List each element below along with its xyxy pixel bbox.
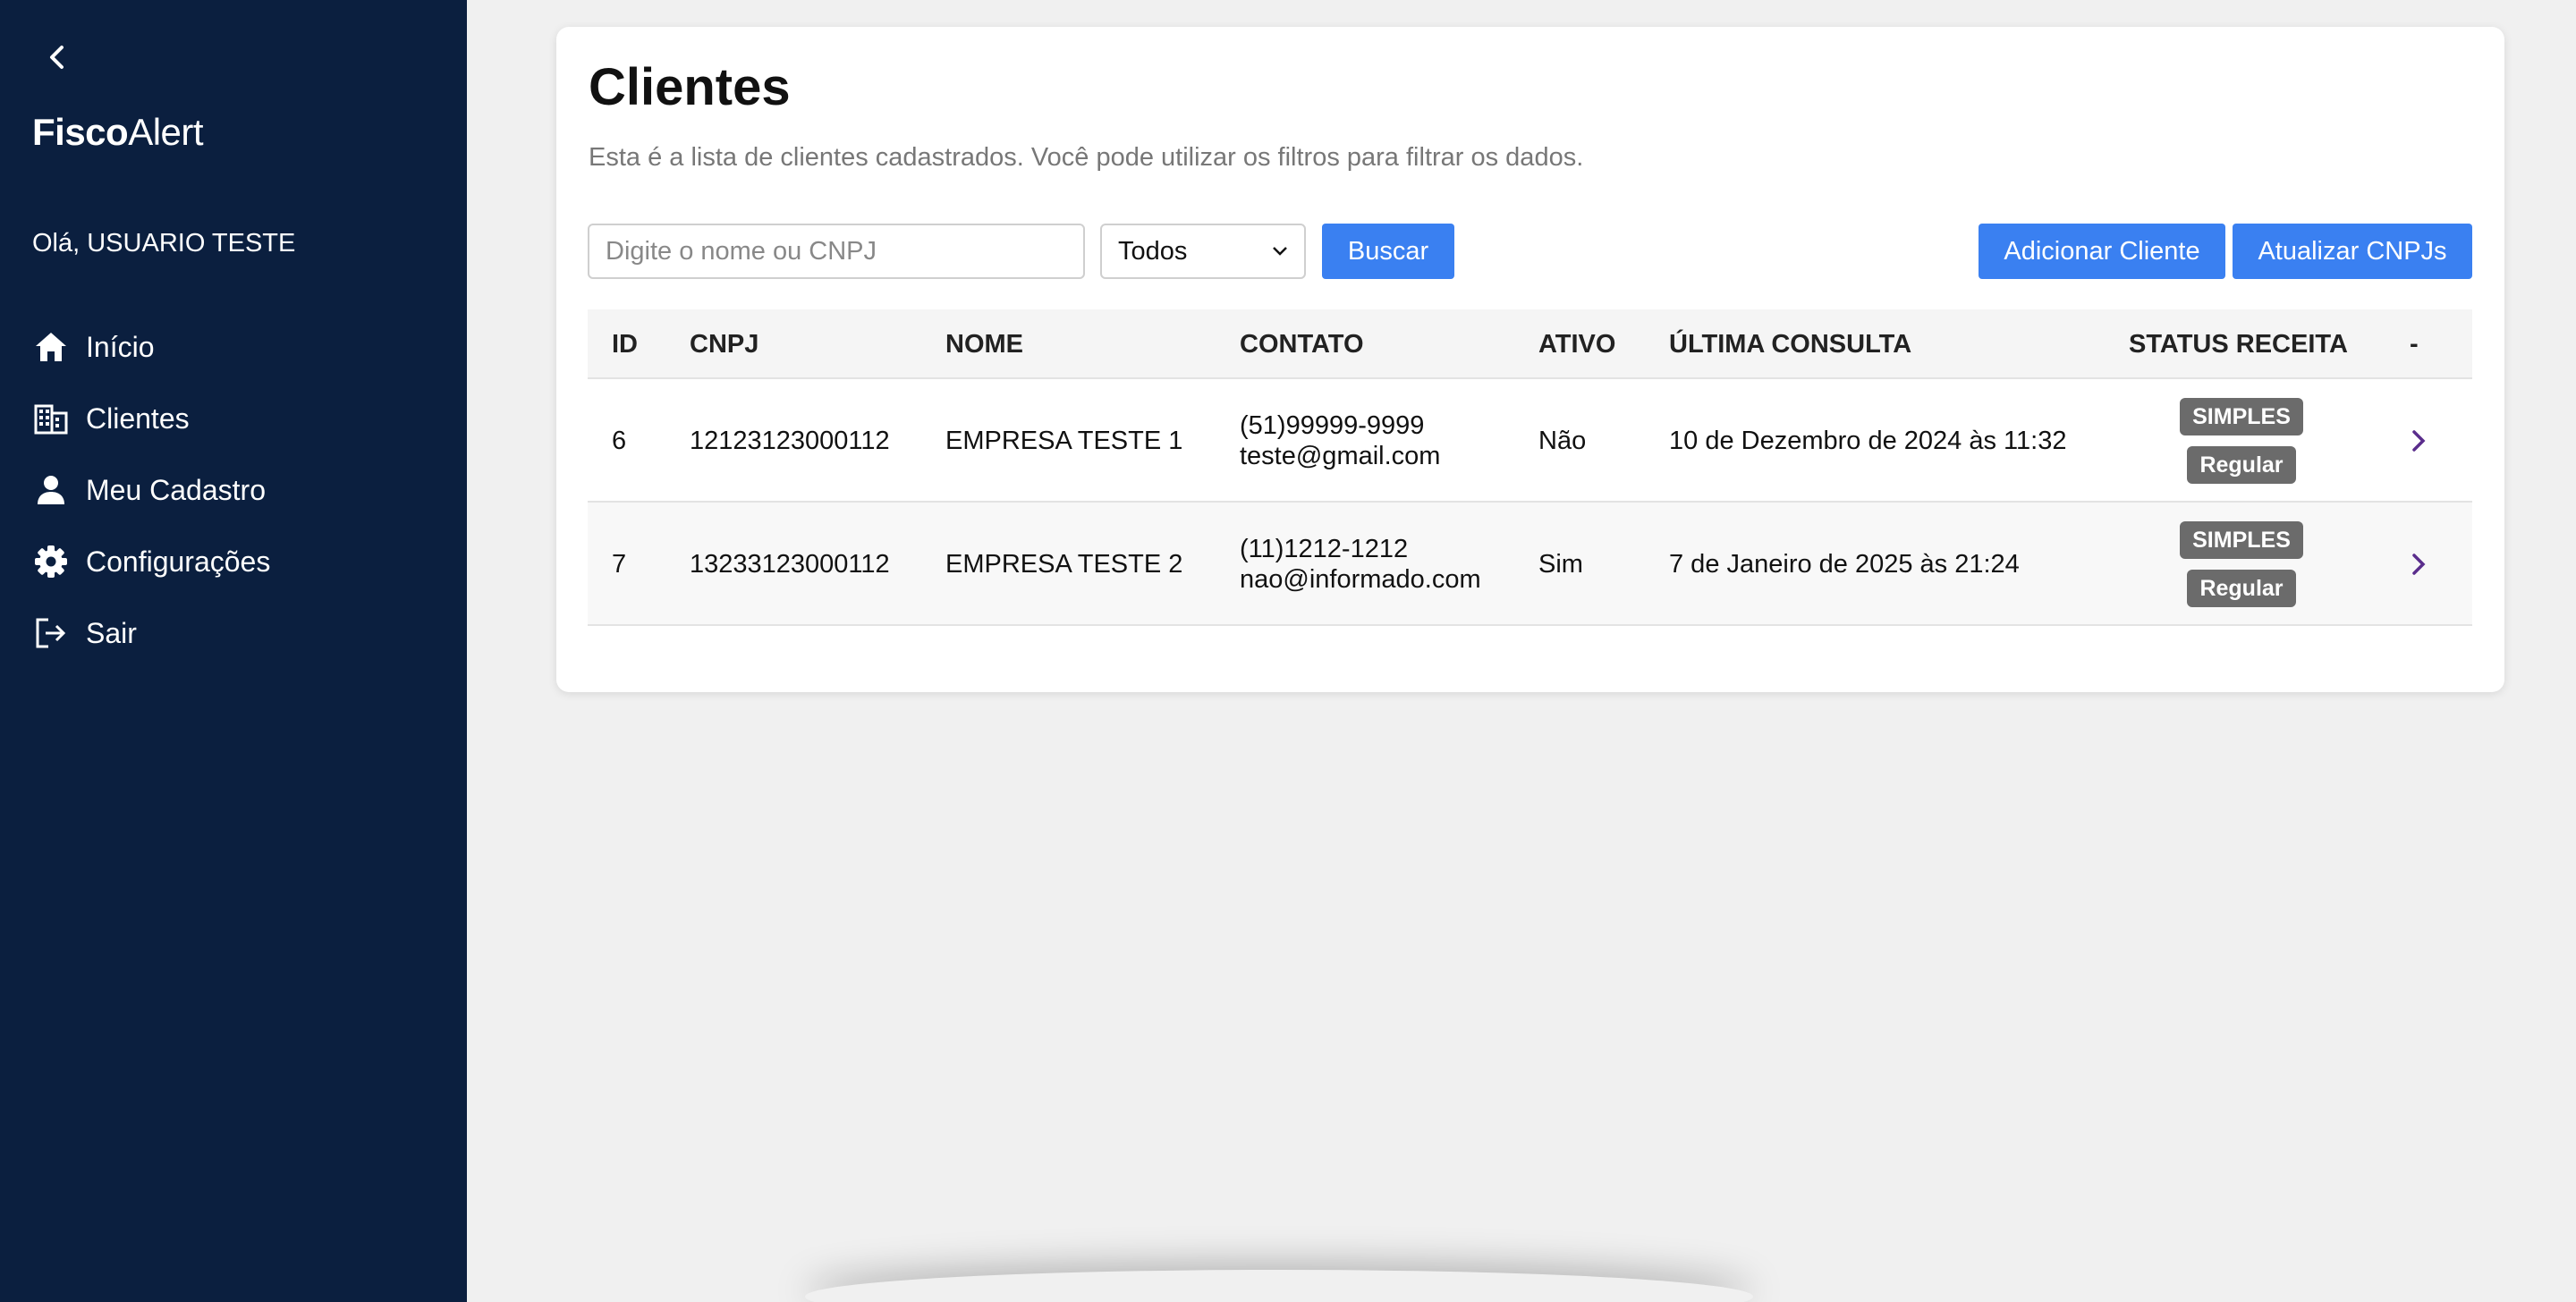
column-header-status-receita[interactable]: STATUS RECEITA — [2129, 309, 2348, 379]
search-button[interactable]: Buscar — [1322, 224, 1454, 279]
status-badge-situacao: Regular — [2187, 446, 2296, 484]
sidebar-item-inicio[interactable]: Início — [32, 311, 270, 383]
cell-ultima-consulta: 7 de Janeiro de 2025 às 21:24 — [1669, 550, 2020, 579]
sidebar-item-label: Sair — [86, 616, 137, 649]
contact-phone: (11)1212-1212 — [1240, 535, 1409, 563]
column-header-cnpj[interactable]: CNPJ — [690, 309, 758, 379]
clients-table: ID CNPJ NOME CONTATO ATIVO ÚLTIMA CONSUL… — [588, 309, 2472, 626]
column-header-id[interactable]: ID — [612, 309, 638, 379]
user-greeting: Olá, USUARIO TESTE — [32, 229, 296, 258]
home-icon — [32, 328, 70, 366]
status-badge-regime: SIMPLES — [2180, 398, 2303, 435]
column-header-contato[interactable]: CONTATO — [1240, 309, 1364, 379]
collapse-sidebar-button[interactable] — [39, 39, 75, 75]
brand-regular: Alert — [128, 111, 204, 153]
table-row[interactable]: 7 13233123000112 EMPRESA TESTE 2 (11)121… — [588, 503, 2472, 626]
building-icon — [32, 400, 70, 437]
cell-id: 7 — [612, 550, 627, 579]
contact-email: teste@gmail.com — [1240, 442, 1441, 470]
cell-nome: EMPRESA TESTE 1 — [945, 427, 1183, 455]
cell-ultima-consulta: 10 de Dezembro de 2024 às 11:32 — [1669, 427, 2067, 455]
row-details-button[interactable] — [2411, 503, 2426, 626]
cell-ativo: Sim — [1538, 550, 1583, 579]
chevron-down-icon — [1273, 247, 1287, 256]
cell-cnpj: 13233123000112 — [690, 550, 890, 579]
sidebar: FiscoAlert Olá, USUARIO TESTE Início Cli… — [0, 0, 467, 1302]
add-client-button[interactable]: Adicionar Cliente — [1979, 224, 2225, 279]
decorative-shadow — [805, 1270, 1753, 1302]
cell-ativo: Não — [1538, 427, 1587, 455]
column-header-ativo[interactable]: ATIVO — [1538, 309, 1615, 379]
clients-card: Clientes Esta é a lista de clientes cada… — [556, 27, 2504, 692]
logout-icon — [32, 614, 70, 652]
update-cnpjs-button[interactable]: Atualizar CNPJs — [2233, 224, 2472, 279]
page-title: Clientes — [589, 58, 791, 116]
column-header-ultima-consulta[interactable]: ÚLTIMA CONSULTA — [1669, 309, 1911, 379]
app-logo: FiscoAlert — [32, 111, 204, 154]
table-header: ID CNPJ NOME CONTATO ATIVO ÚLTIMA CONSUL… — [588, 309, 2472, 379]
status-badge-regime: SIMPLES — [2180, 521, 2303, 559]
chevron-left-icon — [50, 46, 64, 69]
brand-bold: Fisco — [32, 111, 129, 153]
sidebar-nav: Início Clientes Meu Cadastro Configuraçõ… — [32, 311, 270, 669]
sidebar-item-sair[interactable]: Sair — [32, 597, 270, 669]
contact-phone: (51)99999-9999 — [1240, 411, 1425, 440]
table-row[interactable]: 6 12123123000112 EMPRESA TESTE 1 (51)999… — [588, 379, 2472, 503]
cell-status-receita: SIMPLES Regular — [2129, 379, 2354, 503]
sidebar-item-label: Clientes — [86, 402, 190, 435]
filter-selected-value: Todos — [1118, 236, 1188, 266]
cell-contato: (11)1212-1212 nao@informado.com — [1240, 503, 1481, 626]
sidebar-item-clientes[interactable]: Clientes — [32, 383, 270, 454]
cell-contato: (51)99999-9999 teste@gmail.com — [1240, 379, 1440, 503]
page-subtitle: Esta é a lista de clientes cadastrados. … — [589, 143, 1584, 172]
contact-email: nao@informado.com — [1240, 565, 1481, 594]
column-header-nome[interactable]: NOME — [945, 309, 1023, 379]
user-icon — [32, 471, 70, 509]
status-filter-select[interactable]: Todos — [1100, 224, 1306, 279]
cell-cnpj: 12123123000112 — [690, 427, 890, 455]
search-input[interactable] — [588, 224, 1085, 279]
chevron-right-icon — [2412, 554, 2426, 575]
sidebar-item-label: Meu Cadastro — [86, 473, 266, 506]
cell-id: 6 — [612, 427, 627, 455]
cell-status-receita: SIMPLES Regular — [2129, 503, 2354, 626]
sidebar-item-label: Configurações — [86, 545, 271, 578]
gear-icon — [32, 543, 70, 580]
row-details-button[interactable] — [2411, 379, 2426, 503]
chevron-right-icon — [2412, 430, 2426, 452]
sidebar-item-label: Início — [86, 330, 155, 363]
status-badge-situacao: Regular — [2187, 570, 2296, 607]
cell-nome: EMPRESA TESTE 2 — [945, 550, 1183, 579]
sidebar-item-configuracoes[interactable]: Configurações — [32, 526, 270, 597]
sidebar-item-meu-cadastro[interactable]: Meu Cadastro — [32, 454, 270, 526]
column-header-actions: - — [2410, 329, 2419, 359]
